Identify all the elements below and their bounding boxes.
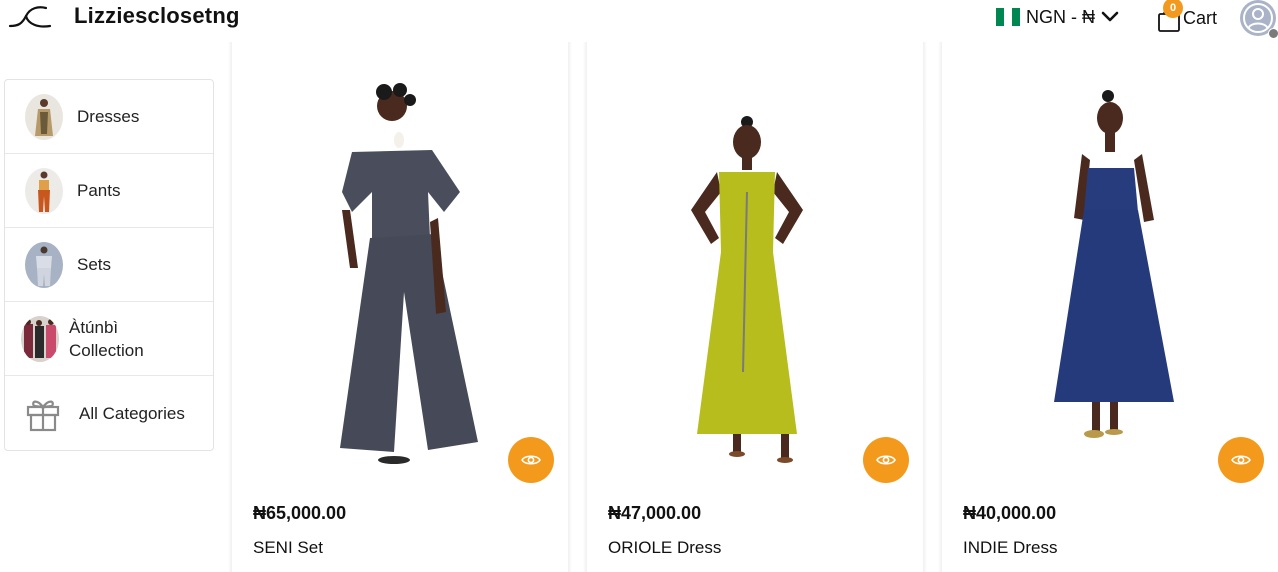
currency-selector[interactable]: NGN - ₦	[996, 6, 1119, 28]
eye-icon	[876, 455, 896, 465]
product-price: ₦40,000.00	[963, 503, 1057, 523]
product-image[interactable]	[942, 42, 1278, 482]
brand-name[interactable]: Lizziesclosetng	[74, 3, 240, 29]
sidebar-item-sets[interactable]: Sets	[5, 228, 213, 302]
product-image[interactable]	[587, 42, 923, 482]
sidebar-item-all-categories[interactable]: All Categories	[5, 376, 213, 450]
sidebar-item-label: Pants	[77, 181, 121, 200]
gift-icon	[26, 400, 60, 432]
eye-icon	[1231, 455, 1251, 465]
product-name[interactable]: INDIE Dress	[963, 538, 1057, 558]
chevron-down-icon	[1101, 11, 1119, 22]
sidebar-item-pants[interactable]: Pants	[5, 154, 213, 228]
sets-thumbnail	[25, 241, 63, 288]
product-name[interactable]: SENI Set	[253, 538, 323, 558]
pants-thumbnail	[25, 167, 63, 214]
sidebar-item-label: Dresses	[77, 107, 140, 126]
sidebar-item-dresses[interactable]: Dresses	[5, 80, 213, 154]
nigeria-flag-icon	[996, 8, 1020, 26]
category-sidebar: Dresses Pants Sets Àtúnbì Collection All…	[4, 79, 214, 451]
currency-label: NGN - ₦	[1026, 6, 1095, 27]
collection-thumbnail	[21, 315, 59, 362]
dress-thumbnail	[25, 93, 63, 140]
sidebar-item-label: Àtúnbì Collection	[69, 317, 144, 360]
product-price: ₦65,000.00	[253, 503, 347, 523]
product-card[interactable]: ₦65,000.00 SENI Set	[228, 42, 572, 572]
cart-label: Cart	[1183, 8, 1218, 28]
status-dot	[1268, 28, 1278, 39]
product-price: ₦47,000.00	[608, 503, 702, 523]
eye-icon	[521, 455, 541, 465]
sidebar-item-atunbi-collection[interactable]: Àtúnbì Collection	[5, 302, 213, 376]
site-header: Lizziesclosetng NGN - ₦ 0 Cart	[0, 0, 1278, 39]
product-card[interactable]: ₦47,000.00 ORIOLE Dress	[583, 42, 927, 572]
cart-button[interactable]: 0 Cart	[1157, 0, 1218, 32]
shopping-bag-icon: 0	[1157, 0, 1183, 32]
product-image[interactable]	[232, 42, 568, 482]
quick-view-button[interactable]	[863, 437, 909, 483]
sidebar-item-label: All Categories	[79, 403, 185, 423]
quick-view-button[interactable]	[1218, 437, 1264, 483]
product-card[interactable]: ₦40,000.00 INDIE Dress	[938, 42, 1278, 572]
product-name[interactable]: ORIOLE Dress	[608, 538, 721, 558]
brand-logo-icon[interactable]	[8, 2, 52, 30]
quick-view-button[interactable]	[508, 437, 554, 483]
sidebar-item-label: Sets	[77, 255, 112, 274]
